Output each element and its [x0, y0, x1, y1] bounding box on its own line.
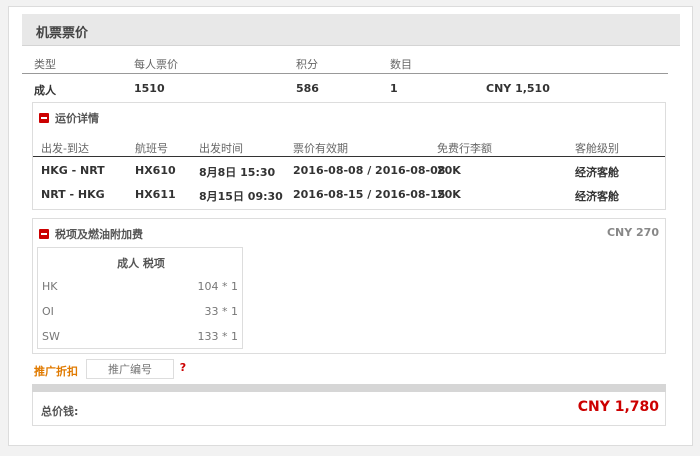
col-count: 数目: [390, 58, 412, 71]
tax-item: HK 104 * 1: [38, 280, 242, 300]
fare-per-person: 1510: [134, 82, 165, 95]
departure-time: 8月8日 15:30: [199, 166, 276, 179]
tax-amount: 133 * 1: [197, 330, 239, 343]
points-value: 586: [296, 82, 319, 95]
total-section: 总价钱: CNY 1,780: [32, 392, 666, 426]
flight-header-row: 出发-到达 航班号 出发时间 票价有效期 免费行李额 客舱级别: [33, 137, 665, 157]
flight-number: HX610: [135, 164, 176, 177]
col-points: 积分: [296, 58, 318, 71]
tax-amount: 104 * 1: [197, 280, 239, 293]
flight-number: HX611: [135, 188, 176, 201]
taxes-title: 税项及燃油附加费: [55, 228, 143, 241]
passenger-count: 1: [390, 82, 398, 95]
collapse-icon[interactable]: [39, 229, 49, 239]
tax-item: OI 33 * 1: [38, 305, 242, 325]
fare-validity: 2016-08-08 / 2016-08-08: [293, 164, 446, 177]
route: NRT - HKG: [41, 188, 105, 201]
col-baggage: 免费行李额: [437, 142, 492, 155]
col-validity: 票价有效期: [293, 142, 348, 155]
col-departure: 出发时间: [199, 142, 243, 155]
fare-validity: 2016-08-15 / 2016-08-15: [293, 188, 446, 201]
total-divider: [32, 384, 666, 392]
promo-label: 推广折扣: [34, 365, 78, 378]
tax-code: HK: [42, 280, 58, 293]
fare-details-section: 运价详情 出发-到达 航班号 出发时间 票价有效期 免费行李额 客舱级别 HKG…: [32, 102, 666, 210]
flight-row: NRT - HKG HX611 8月15日 09:30 2016-08-15 /…: [33, 185, 665, 207]
collapse-icon[interactable]: [39, 113, 49, 123]
cabin-class: 经济客舱: [575, 166, 619, 179]
total-price: CNY 1,780: [577, 399, 659, 415]
col-route: 出发-到达: [41, 142, 89, 155]
taxes-section: 税项及燃油附加费 CNY 270 成人 税项 HK 104 * 1 OI 33 …: [32, 218, 666, 354]
taxes-toggle[interactable]: 税项及燃油附加费: [39, 226, 143, 242]
tax-table-title: 成人 税项: [117, 257, 165, 270]
col-price: 每人票价: [134, 58, 178, 71]
col-type: 类型: [34, 58, 56, 71]
taxes-total: CNY 270: [606, 226, 659, 239]
tax-table: 成人 税项 HK 104 * 1 OI 33 * 1 SW 133 * 1: [37, 247, 243, 349]
departure-time: 8月15日 09:30: [199, 190, 283, 203]
fare-details-title: 运价详情: [55, 112, 99, 125]
flight-row: HKG - NRT HX610 8月8日 15:30 2016-08-08 / …: [33, 161, 665, 183]
panel-header: 机票票价: [22, 14, 680, 46]
tax-amount: 33 * 1: [204, 305, 239, 318]
promo-help-icon[interactable]: ?: [176, 361, 190, 377]
baggage-allowance: 20K: [437, 188, 461, 201]
total-label: 总价钱:: [41, 405, 79, 418]
cabin-class: 经济客舱: [575, 190, 619, 203]
baggage-allowance: 20K: [437, 164, 461, 177]
summary-header-row: 类型 每人票价 积分 数目: [22, 52, 668, 74]
fare-subtotal: CNY 1,510: [486, 82, 550, 95]
col-flight: 航班号: [135, 142, 168, 155]
promo-code-input[interactable]: [86, 359, 174, 379]
summary-row: 成人 1510 586 1 CNY 1,510: [22, 78, 668, 100]
panel-title: 机票票价: [36, 26, 89, 41]
route: HKG - NRT: [41, 164, 105, 177]
fare-details-toggle[interactable]: 运价详情: [39, 110, 99, 126]
tax-item: SW 133 * 1: [38, 330, 242, 350]
tax-code: OI: [42, 305, 54, 318]
tax-code: SW: [42, 330, 60, 343]
col-cabin: 客舱级别: [575, 142, 619, 155]
passenger-type: 成人: [34, 84, 56, 97]
